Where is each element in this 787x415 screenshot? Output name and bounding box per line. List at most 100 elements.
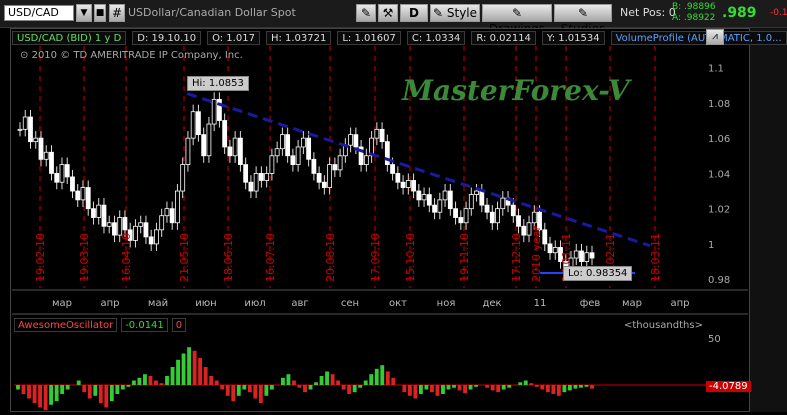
- candle-body: [447, 190, 453, 210]
- candle-body: [295, 146, 301, 165]
- price-tick-label: 1.02: [708, 205, 730, 216]
- oscillator-zero: 0: [171, 318, 187, 332]
- candle-body: [489, 211, 495, 224]
- candle-body: [91, 208, 96, 218]
- candle-body: [17, 128, 23, 131]
- oscillator-current: -4.0789: [706, 381, 751, 392]
- candle-body: [38, 137, 44, 160]
- price-chart: 19.02.10 19.03.10 16.04.10 21.05.10 18.06.10…: [12, 46, 748, 411]
- date-label: 15.10.10: [404, 233, 417, 282]
- candle-body: [169, 208, 175, 224]
- candle-body: [75, 190, 81, 201]
- candle-body: [495, 208, 500, 224]
- candle-body: [363, 155, 369, 165]
- date-label: 21.05.10: [178, 233, 191, 282]
- candle-body: [164, 208, 170, 217]
- candle-body: [159, 215, 165, 231]
- candle-body: [311, 158, 317, 174]
- candle-body: [253, 173, 259, 192]
- copyright-line: ⊙ 2010 © TD AMERITRADE IP Company, Inc.: [20, 50, 243, 61]
- candle-body: [379, 128, 385, 143]
- price-tick-label: 1.08: [708, 99, 730, 110]
- candle-body: [59, 164, 65, 183]
- candle-body: [54, 173, 60, 183]
- date-label: 16.07.10: [264, 233, 277, 282]
- lo-label: Lo: 0.98354: [563, 266, 633, 281]
- candle-body: [185, 137, 191, 165]
- hi-label: Hi: 1.0853: [187, 76, 249, 91]
- price-tick-label: 1.1: [708, 64, 724, 75]
- candle-body: [458, 217, 464, 224]
- date-label: 17.09.10: [369, 233, 382, 282]
- month-tick-label: фев: [580, 298, 601, 309]
- month-tick-label: сен: [341, 298, 359, 309]
- candle-body: [442, 190, 448, 201]
- oscillator-header: AwesomeOscillator -0.0141 0: [14, 318, 187, 332]
- candle-body: [269, 155, 275, 174]
- month-tick-label: авг: [291, 298, 308, 309]
- candles: [17, 92, 595, 276]
- month-tick-label: апр: [670, 298, 689, 309]
- candle-body: [547, 243, 553, 254]
- candle-body: [112, 222, 117, 236]
- candle-body: [395, 173, 401, 183]
- candle-body: [148, 236, 154, 245]
- candle-body: [274, 148, 280, 157]
- candle-body: [390, 164, 395, 174]
- candle-body: [484, 204, 490, 213]
- candle-body: [175, 190, 180, 224]
- month-tick-label: май: [148, 298, 168, 309]
- date-label: 18.03.11: [649, 233, 662, 282]
- price-tick-label: 1.04: [708, 169, 730, 180]
- candle-body: [49, 151, 54, 174]
- candle-body: [316, 173, 322, 183]
- copyright-icon: ⊙: [20, 50, 29, 61]
- candle-body: [426, 194, 432, 206]
- candle-body: [463, 208, 469, 224]
- date-label: 17.12.10: [510, 233, 523, 282]
- month-tick-label: июн: [195, 298, 216, 309]
- candle-body: [264, 173, 270, 181]
- candle-body: [117, 217, 123, 236]
- candle-body: [43, 151, 49, 160]
- date-label: 19.11.10: [458, 233, 471, 282]
- oscillator-name[interactable]: AwesomeOscillator: [14, 318, 118, 332]
- date-label: 19.03.10: [78, 233, 91, 282]
- oscillator-scale: 50: [708, 334, 721, 345]
- candle-body: [227, 146, 233, 157]
- price-tick-label: 1.06: [708, 134, 730, 145]
- month-tick-label: мар: [52, 298, 72, 309]
- candle-body: [432, 204, 437, 213]
- candle-body: [474, 190, 479, 195]
- candle-body: [96, 204, 102, 218]
- date-label: 19.02.10: [34, 233, 47, 282]
- candle-body: [500, 197, 506, 210]
- candle-body: [531, 211, 537, 224]
- candle-body: [101, 204, 107, 227]
- candle-body: [579, 250, 584, 262]
- candle-body: [222, 120, 228, 148]
- month-tick-label: мар: [622, 298, 642, 309]
- candle-body: [238, 137, 243, 165]
- candle-body: [248, 181, 254, 192]
- candle-body: [180, 164, 186, 192]
- candle-body: [348, 134, 354, 146]
- candle-body: [453, 208, 458, 218]
- candle-body: [232, 137, 238, 157]
- candle-body: [33, 137, 39, 143]
- month-tick-label: дек: [482, 298, 501, 309]
- candle-body: [85, 187, 91, 210]
- date-label: 16.04.10: [120, 233, 133, 282]
- candle-body: [290, 155, 296, 165]
- date-label: 18.06.10: [222, 233, 235, 282]
- candle-body: [201, 134, 207, 157]
- price-tick-label: 0.98: [708, 275, 730, 286]
- candle-body: [573, 250, 579, 259]
- candle-body: [279, 134, 285, 150]
- candle-body: [542, 229, 548, 245]
- oscillator-value: -0.0141: [121, 318, 168, 332]
- candle-body: [80, 187, 86, 201]
- month-tick-label: ноя: [437, 298, 456, 309]
- candle-body: [411, 180, 416, 192]
- candle-body: [374, 128, 380, 139]
